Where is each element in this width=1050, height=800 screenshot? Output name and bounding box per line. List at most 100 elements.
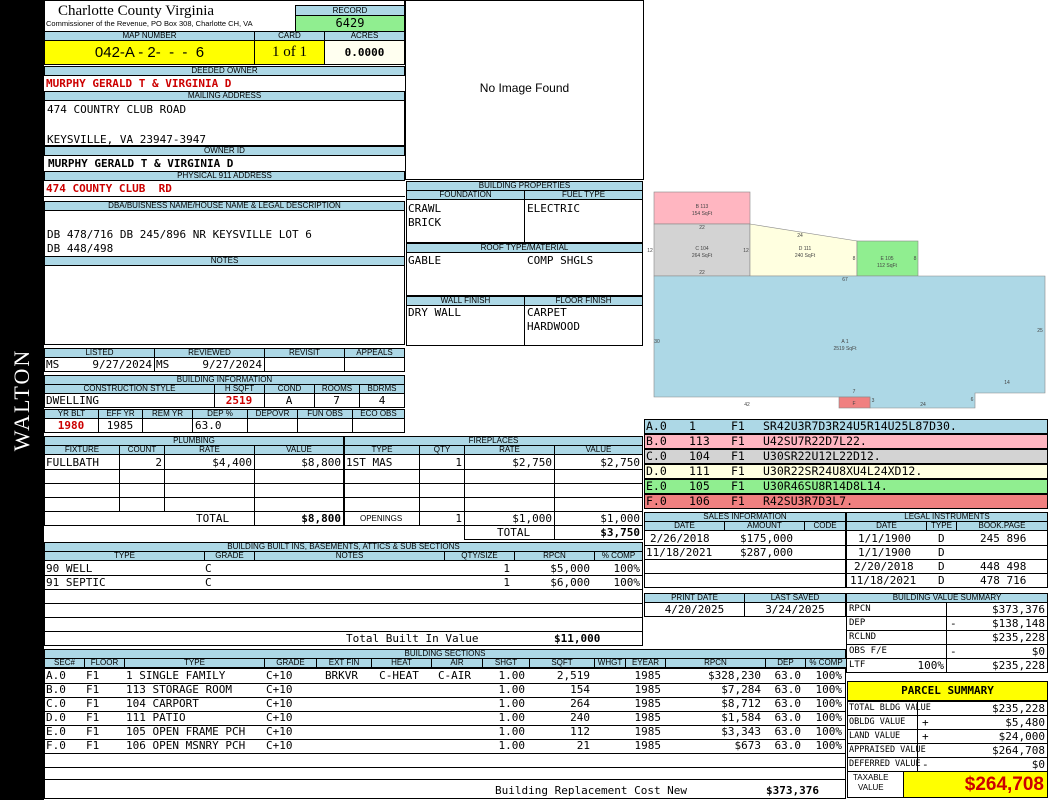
building-sketch: B 113 154 SqFt C 104 264 SqFt D 111 240 … — [647, 191, 1046, 409]
no-image-text: No Image Found — [479, 81, 570, 95]
sketch-dim-4: 12 — [743, 248, 749, 254]
reviewed-by: MS — [156, 358, 170, 371]
section-col-header: RPCN — [665, 658, 766, 668]
parcel-summary-name: APPRAISED VALUE — [849, 745, 926, 755]
legal-type-1: D — [938, 532, 945, 545]
section-cell-comp: 100% — [815, 683, 843, 696]
section-cell-eyear: 1985 — [634, 697, 662, 710]
parcel-summary-sign: + — [922, 716, 929, 729]
parcel-summary-value: $5,480 — [1005, 716, 1045, 729]
listed-date: 9/27/2024 — [92, 358, 152, 371]
section-cell-type: 1 SINGLE FAMILY — [126, 669, 226, 682]
sketch-sub-c: 264 SqFt — [692, 253, 713, 259]
openings-rate: $1,000 — [512, 512, 552, 525]
last-saved: 3/24/2025 — [765, 603, 825, 616]
openings-value: $1,000 — [600, 512, 640, 525]
record-value: 6429 — [295, 15, 405, 32]
foundation-1: CRAWL — [408, 202, 442, 215]
mailing-line1: 474 COUNTRY CLUB ROAD — [47, 103, 187, 116]
section-col-header: SEC# — [44, 658, 85, 668]
value-summary-name: RPCN — [849, 604, 871, 614]
section-cell-type: 106 OPEN MSNRY PCH — [126, 739, 246, 752]
owner-id-header: OWNER ID — [44, 146, 405, 156]
section-cell-sqft: 112 — [570, 725, 590, 738]
section-cell-sec: D.0 — [46, 711, 66, 724]
section-cell-sqft: 21 — [576, 739, 590, 752]
plumbing-fixture-1: FULLBATH — [46, 456, 99, 469]
sketch-label-f: F — [852, 401, 855, 407]
sketch-row-sec: F.0 — [646, 494, 667, 508]
sketch-row-num: 113 — [689, 434, 710, 448]
address911-value: 474 COUNTY CLUB RD — [46, 182, 172, 195]
sketch-row-code: U42SU7R22D7L22. — [763, 434, 867, 448]
builtin-grade-1: C — [205, 562, 212, 575]
value-summary-name: DEP — [849, 618, 866, 628]
sketch-row-num: 1 — [689, 419, 696, 433]
legal-book-1: 245 896 — [980, 532, 1027, 545]
section-cell-ext: BRKVR — [324, 669, 359, 682]
section-cell-sqft: 2,519 — [556, 669, 590, 682]
section-cell-sqft: 154 — [570, 683, 590, 696]
section-cell-grade: C+10 — [266, 711, 293, 724]
value-summary-value: $0 — [1031, 645, 1045, 658]
section-col-header: HEAT — [371, 658, 432, 668]
plumbing-rate-1: $4,400 — [212, 456, 252, 469]
sketch-row: D.0 111 F1 U30R22SR24U8XU4L24XD12. — [644, 464, 1048, 479]
section-row-line — [44, 767, 846, 768]
sale-date-1: 2/26/2018 — [650, 532, 710, 545]
legal-book-3: 448 498 — [980, 560, 1027, 573]
deeded-owner-header: DEEDED OWNER — [44, 66, 405, 76]
sketch-dim-12: 6 — [971, 397, 974, 403]
print-date: 4/20/2025 — [664, 603, 725, 616]
section-cell-comp: 100% — [815, 725, 843, 738]
value-summary-sign: - — [950, 645, 957, 658]
section-cell-rpcn: $8,712 — [721, 697, 761, 710]
reviewed-date: 9/27/2024 — [202, 358, 262, 371]
sketch-row-code: R42SU3R7D3L7. — [763, 494, 854, 508]
section-cell-dep: 63.0 — [774, 739, 802, 752]
sketch-row-floor: F1 — [731, 494, 745, 508]
parcel-summary-header: PARCEL SUMMARY — [847, 681, 1048, 701]
section-cell-sec: F.0 — [46, 739, 66, 752]
parcel-summary-name: LAND VALUE — [849, 731, 901, 741]
section-cell-comp: 100% — [815, 711, 843, 724]
parcel-summary-value: $0 — [1031, 758, 1045, 771]
sketch-dim-16: 42 — [744, 402, 750, 408]
openings-label: OPENINGS — [360, 514, 403, 523]
section-cell-sec: E.0 — [46, 725, 66, 738]
section-cell-eyear: 1985 — [634, 669, 662, 682]
parcel-summary-name: TOTAL BLDG VALUE — [849, 703, 931, 713]
section-col-header: GRADE — [264, 658, 317, 668]
value-summary-name: LTF — [849, 660, 866, 670]
sketch-dim-6: 8 — [853, 256, 856, 262]
yrblt-value: 1980 — [57, 419, 85, 432]
sketch-dim-7: 8 — [914, 256, 917, 262]
legal-date-2: 1/1/1900 — [858, 546, 911, 559]
sale-date-2: 11/18/2021 — [646, 546, 713, 559]
builtin-qty-2: 1 — [503, 576, 510, 589]
sketch-row-code: U30R22SR24U8XU4L24XD12. — [763, 464, 923, 478]
section-cell-sec: C.0 — [46, 697, 66, 710]
section-cell-type: 113 STORAGE ROOM — [126, 683, 232, 696]
builtin-type-2: 91 SEPTIC — [46, 576, 106, 589]
section-cell-dep: 63.0 — [774, 697, 802, 710]
fireplace-type-1: 1ST MAS — [346, 456, 393, 469]
sketch-row-sec: E.0 — [646, 479, 667, 493]
builtins-total: $11,000 — [554, 632, 601, 645]
owner-id-value: MURPHY GERALD T & VIRGINIA D — [48, 157, 234, 170]
legal-type-2: D — [938, 546, 945, 559]
section-row-line — [44, 739, 846, 740]
section-row-line — [44, 753, 846, 754]
section-row-line — [44, 683, 846, 684]
sale-amount-1: $175,000 — [740, 532, 793, 545]
section-row-line — [44, 725, 846, 726]
sketch-row-sec: B.0 — [646, 434, 667, 448]
section-cell-sec: B.0 — [46, 683, 66, 696]
section-col-header: WHGT — [594, 658, 626, 668]
section-cell-type: 111 PATIO — [126, 711, 186, 724]
fireplace-value-1: $2,750 — [600, 456, 640, 469]
mailing-line2: KEYSVILLE, VA 23947-3947 — [47, 133, 206, 146]
section-col-header: EYEAR — [625, 658, 666, 668]
section-cell-dep: 63.0 — [774, 711, 802, 724]
section-cell-shgt: 1.00 — [498, 697, 526, 710]
